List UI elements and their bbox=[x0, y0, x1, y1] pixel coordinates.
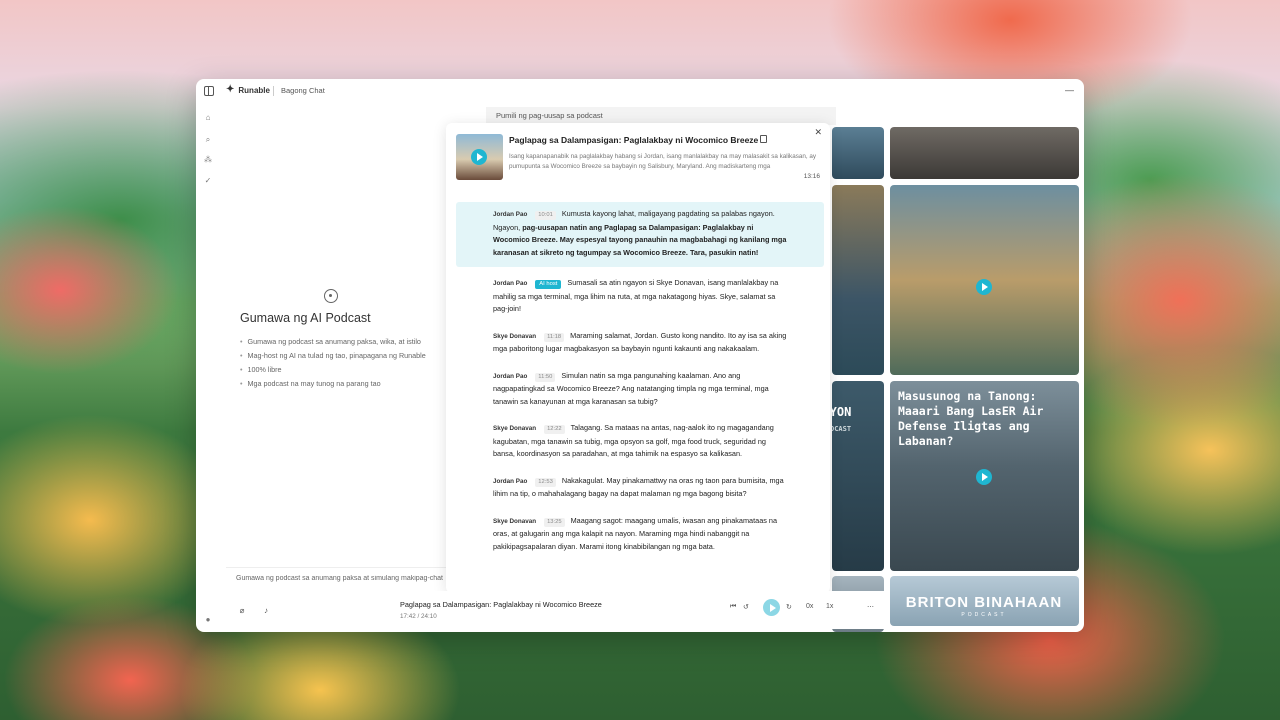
episode-thumbnail[interactable] bbox=[456, 134, 503, 180]
composer-input[interactable]: Gumawa ng podcast sa anumang paksa at si… bbox=[236, 575, 451, 582]
chat-title: Bagong Chat bbox=[281, 86, 325, 95]
play-icon[interactable] bbox=[471, 149, 487, 165]
more-options-icon[interactable]: ⋯ bbox=[867, 603, 874, 611]
app-name: Runable bbox=[238, 85, 270, 95]
close-icon[interactable]: ✕ bbox=[814, 127, 822, 138]
playback-speed-1x[interactable]: 1x bbox=[826, 603, 833, 610]
sidebar-toggle-icon[interactable] bbox=[204, 86, 214, 96]
transcript-entry[interactable]: Skye Donavan 13:25 Maagang sagot: maagang … bbox=[456, 509, 824, 554]
profile-icon[interactable]: ● bbox=[203, 615, 213, 625]
timestamp: 11:18 bbox=[544, 332, 565, 342]
podcast-card-street[interactable] bbox=[890, 127, 1079, 179]
podcast-card-partial[interactable]: NGAYON DCAST bbox=[832, 381, 884, 571]
list-item: Gumawa ng podcast sa anumang paksa, wika… bbox=[240, 335, 450, 349]
podcast-card-briton[interactable]: BRITON BINAHAAN PODCAST bbox=[890, 576, 1079, 626]
apps-icon[interactable]: ⁂ bbox=[203, 155, 213, 165]
side-rail: ⌂ ⌕ ⁂ ✓ ● bbox=[196, 103, 220, 632]
play-icon[interactable] bbox=[976, 279, 992, 295]
speaker-name: Jordan Pao bbox=[493, 477, 528, 485]
runable-logo-icon: ✦ bbox=[226, 84, 235, 95]
speaker-name: Jordan Pao bbox=[493, 372, 528, 380]
card-partial-subtitle: DCAST bbox=[832, 425, 852, 433]
ai-host-badge: AI host bbox=[535, 280, 562, 289]
title-bar: ✦ Runable Bagong Chat — bbox=[196, 79, 1084, 103]
transcript-entry[interactable]: Jordan Pao AI host Sumasali sa atin ngayon… bbox=[456, 271, 824, 316]
playback-speed-0x[interactable]: 0x bbox=[806, 603, 813, 610]
list-item: 100% libre bbox=[240, 363, 450, 377]
card-partial-title: NGAYON bbox=[832, 405, 852, 419]
forward-icon[interactable]: ↻ bbox=[786, 603, 792, 611]
speaker-name: Skye Donavan bbox=[493, 332, 537, 340]
card-title: BRITON BINAHAAN bbox=[905, 594, 1063, 611]
podcast-card-boats[interactable] bbox=[832, 127, 884, 179]
episode-modal: ✕ Paglapag sa Dalampasigan: Paglalakbay … bbox=[446, 123, 830, 593]
speaker-name: Skye Donavan bbox=[493, 425, 537, 432]
timestamp: 10:01 bbox=[535, 211, 556, 220]
transcript-entry[interactable]: Skye Donavan 11:18 Maraming salamat, Jorda… bbox=[456, 324, 824, 356]
transcript-entry[interactable]: Jordan Pao 11:50 Simulan natin sa mga pang… bbox=[456, 364, 824, 409]
podcast-icon bbox=[324, 289, 338, 303]
microphone-icon[interactable]: ♪ bbox=[260, 605, 272, 617]
list-item: Mga podcast na may tunog na parang tao bbox=[240, 377, 450, 391]
podcast-card-reporter[interactable] bbox=[890, 185, 1079, 375]
rewind-icon[interactable]: ↺ bbox=[743, 603, 749, 611]
minimize-icon[interactable]: — bbox=[1065, 85, 1074, 95]
transcript-entry[interactable]: Skye Donavan 12:22 Talagang. Sa mataas na … bbox=[456, 416, 824, 461]
attach-icon[interactable]: ⌀ bbox=[236, 605, 248, 617]
speaker-name: Jordan Pao bbox=[493, 211, 528, 218]
tasks-icon[interactable]: ✓ bbox=[203, 176, 213, 186]
list-item: Mag-host ng AI na tulad ng tao, pinapaga… bbox=[240, 349, 450, 363]
episode-description: Isang kapanapanabik na paglalakbay haban… bbox=[509, 153, 816, 170]
transcript-text: Maraming salamat, Jordan. Gusto kong nan… bbox=[493, 330, 787, 354]
transcript-entry[interactable]: Jordan Pao 12:53 Nakakagulat. May pinakama… bbox=[456, 469, 824, 501]
previous-icon[interactable]: ⏮ bbox=[730, 603, 736, 611]
transcript-entry[interactable]: Jordan Pao 10:01 Kumusta kayong lahat, mal… bbox=[456, 202, 824, 267]
podcast-card-air-defense[interactable]: Masusunog na Tanong: Maaari Bang LasER A… bbox=[890, 381, 1079, 571]
episode-title: Paglapag sa Dalampasigan: Paglalakbay ni… bbox=[509, 135, 759, 145]
card-subtitle: PODCAST bbox=[961, 612, 1007, 618]
play-icon[interactable] bbox=[976, 469, 992, 485]
timestamp: 11:50 bbox=[535, 372, 556, 382]
speaker-name: Skye Donavan bbox=[493, 517, 537, 525]
title-divider bbox=[273, 86, 274, 96]
audio-player: Paglapag sa Dalampasigan: Paglalakbay ni… bbox=[390, 591, 886, 629]
timestamp: 12:22 bbox=[544, 425, 565, 434]
transcript: Jordan Pao 10:01 Kumusta kayong lahat, mal… bbox=[456, 202, 824, 553]
app-window: ✦ Runable Bagong Chat — ⌂ ⌕ ⁂ ✓ ● Gumawa… bbox=[196, 79, 1084, 632]
play-button[interactable] bbox=[763, 599, 780, 616]
feature-list: Gumawa ng podcast sa anumang paksa, wika… bbox=[240, 335, 450, 391]
app-logo: ✦ Runable bbox=[226, 85, 270, 95]
timestamp: 12:53 bbox=[535, 477, 556, 487]
player-title: Paglapag sa Dalampasigan: Paglalakbay ni… bbox=[400, 600, 602, 609]
podcast-card-market[interactable] bbox=[832, 185, 884, 375]
timestamp: 13:25 bbox=[544, 517, 565, 527]
transcript-text-bold: pag-uusapan natin ang Paglapag sa Dalamp… bbox=[493, 222, 787, 257]
search-icon[interactable]: ⌕ bbox=[203, 135, 213, 145]
player-time: 17:42 / 24:10 bbox=[400, 613, 437, 620]
speaker-name: Jordan Pao bbox=[493, 280, 528, 287]
episode-duration: 13:16 bbox=[803, 173, 820, 180]
card-title: Masusunog na Tanong: Maaari Bang LasER A… bbox=[898, 389, 1044, 448]
home-icon[interactable]: ⌂ bbox=[203, 113, 213, 123]
copy-icon[interactable] bbox=[760, 135, 767, 143]
